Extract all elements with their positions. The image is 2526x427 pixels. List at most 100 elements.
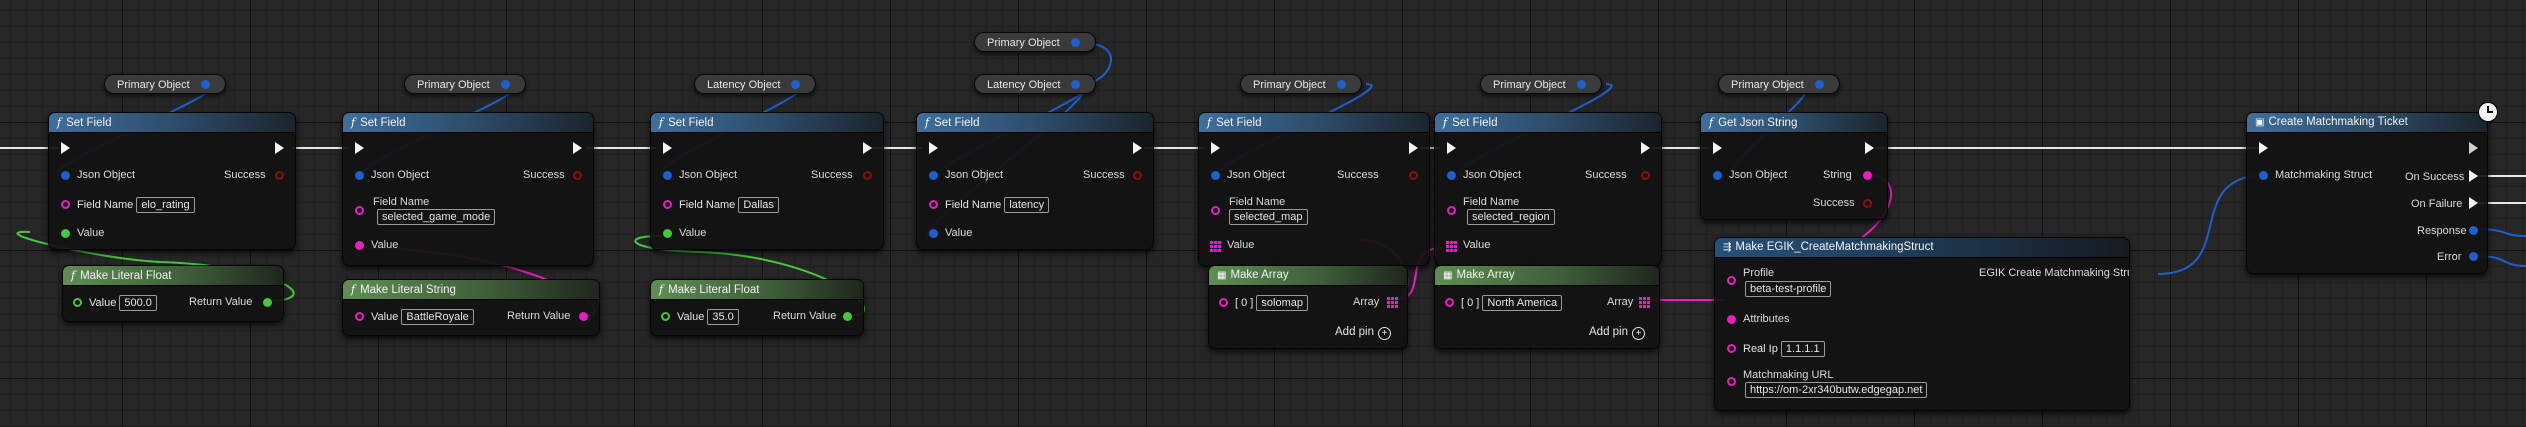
get-json-string-node[interactable]: f Get Json String Json Object String Succ… — [1700, 112, 1888, 220]
field-name-pin[interactable] — [929, 200, 938, 209]
array-element-input[interactable]: North America — [1482, 295, 1563, 311]
array-output-pin[interactable] — [1387, 297, 1398, 308]
json-object-pin[interactable] — [929, 171, 938, 180]
value-input-pin[interactable] — [355, 312, 364, 321]
set-field-node[interactable]: f Set Field Json Object Success Field Nam… — [48, 112, 296, 250]
json-object-pin[interactable] — [1447, 171, 1456, 180]
field-name-pin[interactable] — [663, 200, 672, 209]
exec-output-pin[interactable] — [1133, 142, 1142, 154]
exec-input-pin[interactable] — [1713, 142, 1722, 154]
object-output-pin[interactable] — [1815, 80, 1824, 89]
exec-output-pin[interactable] — [863, 142, 872, 154]
profile-input[interactable]: beta-test-profile — [1745, 281, 1832, 297]
success-pin[interactable] — [275, 171, 284, 180]
real-ip-pin[interactable] — [1727, 344, 1736, 353]
attributes-pin[interactable] — [1727, 315, 1736, 324]
field-name-pin[interactable] — [355, 206, 364, 215]
float-value-input[interactable]: 500.0 — [119, 295, 157, 311]
exec-input-pin[interactable] — [61, 142, 70, 154]
make-literal-float-node[interactable]: f Make Literal Float Value 35.0 Return Va… — [650, 279, 864, 336]
field-name-input[interactable]: selected_map — [1229, 209, 1308, 225]
array-output-pin[interactable] — [1639, 297, 1650, 308]
exec-output-pin[interactable] — [275, 142, 284, 154]
string-output-pin[interactable] — [1863, 171, 1872, 180]
variable-node-primary-object[interactable]: Primary Object — [1718, 74, 1840, 94]
json-object-pin[interactable] — [1713, 171, 1722, 180]
object-output-pin[interactable] — [1071, 80, 1080, 89]
add-pin-button[interactable]: Add pin + — [1335, 326, 1392, 340]
array-grid-icon[interactable] — [1210, 241, 1221, 252]
success-pin[interactable] — [573, 171, 582, 180]
make-array-node[interactable]: ▦ Make Array [ 0 ] North America Array Ad… — [1434, 265, 1660, 349]
field-name-pin[interactable] — [1211, 206, 1220, 215]
exec-output-pin[interactable] — [1641, 142, 1650, 154]
json-object-pin[interactable] — [1211, 171, 1220, 180]
exec-input-pin[interactable] — [1447, 142, 1456, 154]
field-name-input[interactable]: selected_region — [1467, 209, 1555, 225]
return-value-pin[interactable] — [843, 312, 852, 321]
set-field-node[interactable]: f Set Field Json Object Success Field Nam… — [1434, 112, 1662, 266]
exec-input-pin[interactable] — [2259, 142, 2268, 154]
value-input-pin[interactable] — [661, 312, 670, 321]
response-pin[interactable] — [2469, 226, 2478, 235]
object-output-pin[interactable] — [1577, 80, 1586, 89]
variable-node-primary-object[interactable]: Primary Object — [104, 74, 226, 94]
variable-node-primary-object[interactable]: Primary Object — [974, 32, 1096, 52]
variable-node-primary-object[interactable]: Primary Object — [404, 74, 526, 94]
on-failure-exec-pin[interactable] — [2469, 197, 2478, 209]
field-name-input[interactable]: elo_rating — [136, 197, 195, 213]
string-value-input[interactable]: BattleRoyale — [401, 309, 474, 325]
success-pin[interactable] — [1863, 199, 1872, 208]
create-matchmaking-ticket-node[interactable]: ▣ Create Matchmaking Ticket Matchmaking S… — [2246, 112, 2488, 274]
array-grid-icon[interactable] — [1446, 241, 1457, 252]
add-pin-button[interactable]: Add pin + — [1589, 326, 1646, 340]
variable-node-latency-object[interactable]: Latency Object — [974, 74, 1096, 94]
exec-output-pin[interactable] — [1865, 142, 1874, 154]
return-value-pin[interactable] — [579, 312, 588, 321]
float-value-input[interactable]: 35.0 — [707, 309, 739, 325]
exec-output-pin[interactable] — [2469, 142, 2478, 154]
object-output-pin[interactable] — [1337, 80, 1346, 89]
object-output-pin[interactable] — [791, 80, 800, 89]
success-pin[interactable] — [1409, 171, 1418, 180]
variable-node-latency-object[interactable]: Latency Object — [694, 74, 816, 94]
return-value-pin[interactable] — [263, 298, 272, 307]
variable-node-primary-object[interactable]: Primary Object — [1480, 74, 1602, 94]
set-field-node[interactable]: f Set Field Json Object Success Field Nam… — [650, 112, 884, 250]
success-pin[interactable] — [1133, 171, 1142, 180]
field-name-pin[interactable] — [61, 200, 70, 209]
object-output-pin[interactable] — [501, 80, 510, 89]
set-field-node[interactable]: f Set Field Json Object Success Field Nam… — [1198, 112, 1430, 266]
exec-input-pin[interactable] — [929, 142, 938, 154]
exec-input-pin[interactable] — [663, 142, 672, 154]
json-object-pin[interactable] — [61, 171, 70, 180]
exec-output-pin[interactable] — [573, 142, 582, 154]
set-field-node[interactable]: f Set Field Json Object Success Field Nam… — [342, 112, 594, 266]
object-output-pin[interactable] — [1071, 38, 1080, 47]
success-pin[interactable] — [863, 171, 872, 180]
array-element-input[interactable]: solomap — [1256, 295, 1308, 311]
value-pin[interactable] — [61, 229, 70, 238]
make-struct-node[interactable]: ⇶ Make EGIK_CreateMatchmakingStruct Profi… — [1714, 237, 2130, 411]
value-input-pin[interactable] — [73, 298, 82, 307]
field-name-pin[interactable] — [1447, 206, 1456, 215]
json-object-pin[interactable] — [663, 171, 672, 180]
value-pin[interactable] — [355, 241, 364, 250]
array-element-pin[interactable] — [1445, 298, 1454, 307]
variable-node-primary-object[interactable]: Primary Object — [1240, 74, 1362, 94]
make-literal-string-node[interactable]: f Make Literal String Value BattleRoyale … — [342, 279, 600, 336]
array-element-pin[interactable] — [1219, 298, 1228, 307]
success-pin[interactable] — [1641, 171, 1650, 180]
set-field-node[interactable]: f Set Field Json Object Success Field Nam… — [916, 112, 1154, 250]
json-object-pin[interactable] — [355, 171, 364, 180]
on-success-exec-pin[interactable] — [2469, 170, 2478, 182]
exec-output-pin[interactable] — [1409, 142, 1418, 154]
field-name-input[interactable]: latency — [1004, 197, 1050, 213]
object-output-pin[interactable] — [201, 80, 210, 89]
field-name-input[interactable]: Dallas — [738, 197, 779, 213]
error-pin[interactable] — [2469, 252, 2478, 261]
profile-pin[interactable] — [1727, 276, 1736, 285]
make-array-node[interactable]: ▦ Make Array [ 0 ] solomap Array Add pin + — [1208, 265, 1408, 349]
real-ip-input[interactable]: 1.1.1.1 — [1780, 341, 1825, 357]
matchmaking-url-pin[interactable] — [1727, 377, 1736, 386]
